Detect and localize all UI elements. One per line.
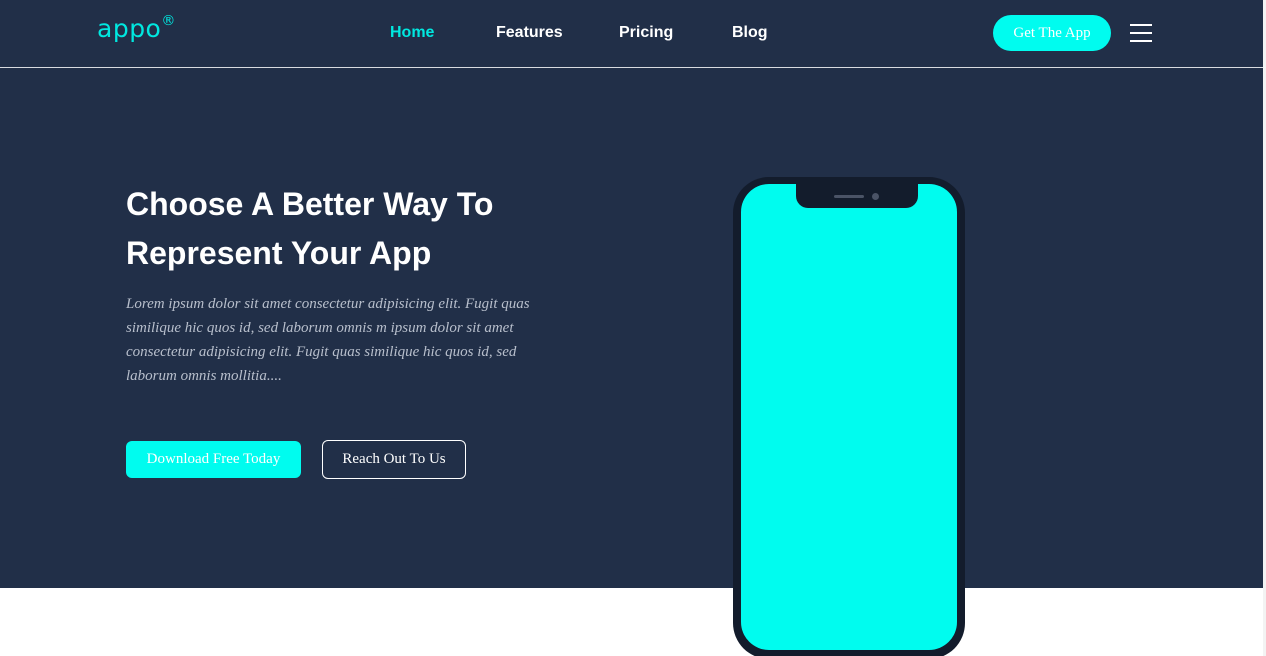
nav-link-home[interactable]: Home [390, 24, 434, 42]
reach-out-button[interactable]: Reach Out To Us [322, 440, 466, 479]
hero-title-line-1: Choose A Better Way To [126, 186, 494, 222]
phone-mockup [733, 177, 965, 656]
hero-title-line-2: Represent Your App [126, 235, 432, 271]
camera-icon [872, 193, 879, 200]
nav-link-blog[interactable]: Blog [732, 24, 768, 42]
hero-title: Choose A Better Way To Represent Your Ap… [126, 180, 606, 278]
nav-link-features[interactable]: Features [496, 24, 563, 42]
hamburger-menu-icon[interactable] [1130, 23, 1152, 43]
phone-notch [796, 184, 918, 208]
landing-page: appo® Home Features Pricing Blog Get The… [0, 0, 1266, 656]
header-divider [0, 67, 1263, 68]
nav-link-pricing[interactable]: Pricing [619, 24, 673, 42]
speaker-icon [834, 195, 864, 198]
hero-description: Lorem ipsum dolor sit amet consectetur a… [126, 296, 530, 384]
phone-screen [741, 184, 957, 650]
download-free-button[interactable]: Download Free Today [126, 441, 301, 478]
get-the-app-button[interactable]: Get The App [993, 15, 1111, 51]
